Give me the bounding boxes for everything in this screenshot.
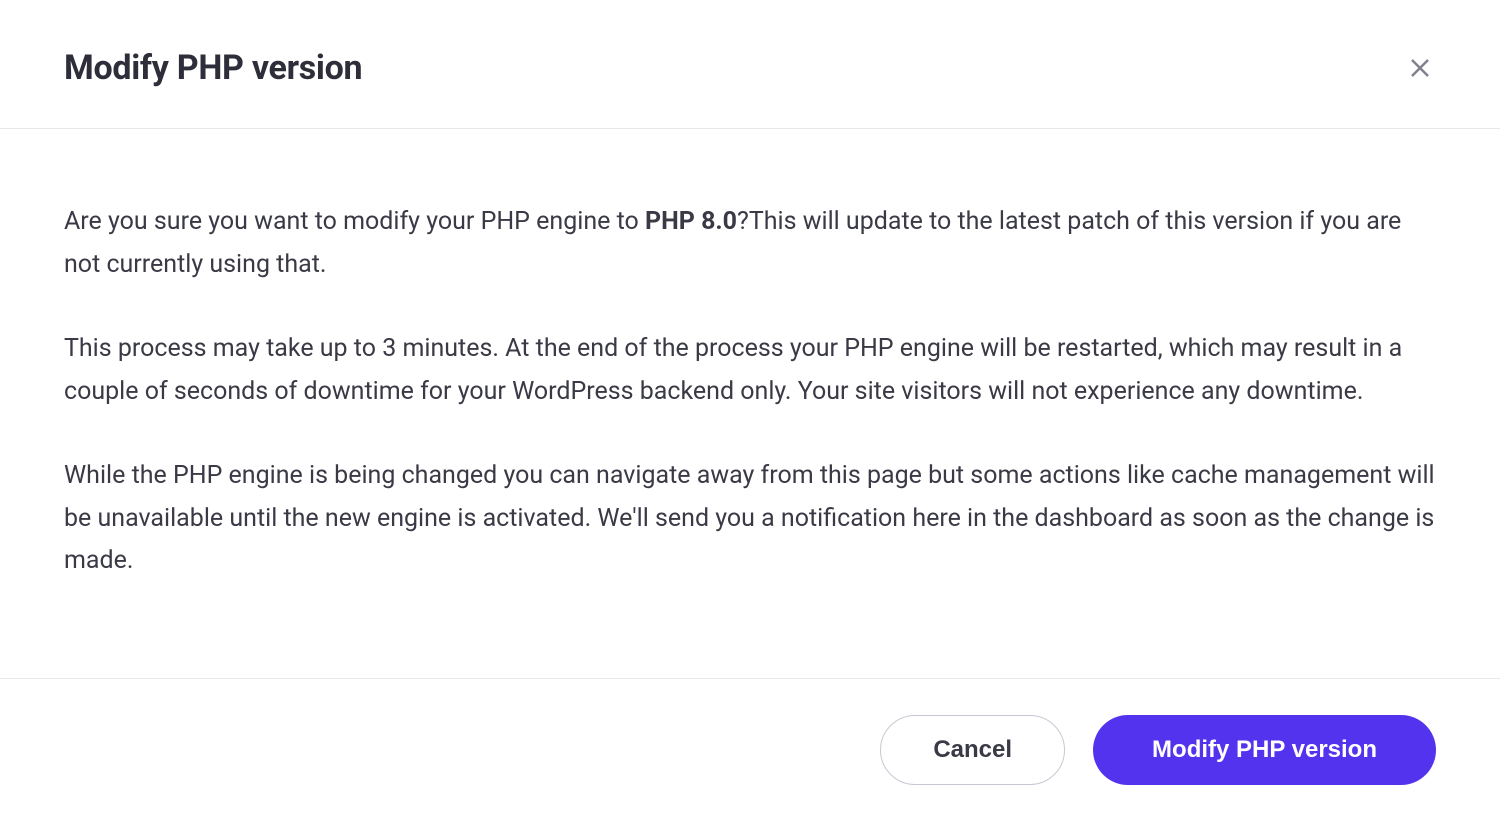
modify-php-version-button[interactable]: Modify PHP version — [1093, 715, 1436, 785]
modal-footer: Cancel Modify PHP version — [0, 678, 1500, 839]
close-icon — [1408, 56, 1432, 80]
confirm-paragraph-2: This process may take up to 3 minutes. A… — [64, 328, 1436, 413]
modal-title: Modify PHP version — [64, 48, 362, 88]
close-button[interactable] — [1404, 52, 1436, 84]
cancel-button[interactable]: Cancel — [880, 715, 1065, 785]
confirm-paragraph-3: While the PHP engine is being changed yo… — [64, 455, 1436, 583]
modal-body: Are you sure you want to modify your PHP… — [0, 129, 1500, 647]
php-version-value: PHP 8.0 — [645, 207, 737, 236]
p1-prefix-text: Are you sure you want to modify your PHP… — [64, 207, 645, 236]
confirm-paragraph-1: Are you sure you want to modify your PHP… — [64, 201, 1436, 286]
modal-header: Modify PHP version — [0, 0, 1500, 129]
